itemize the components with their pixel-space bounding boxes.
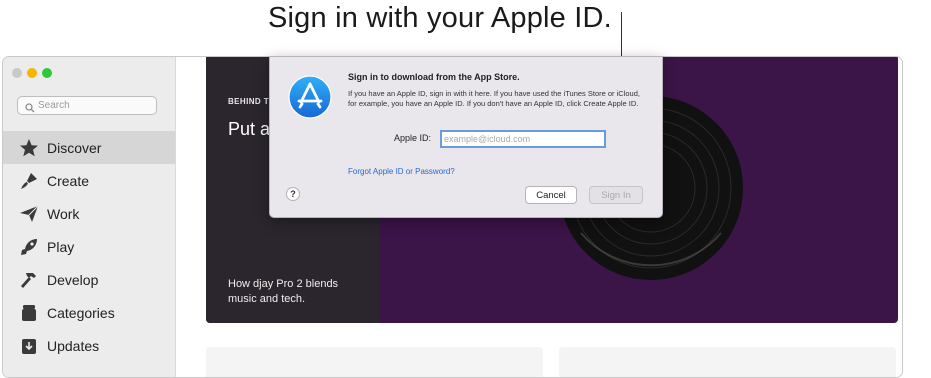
hammer-icon: [18, 269, 40, 291]
forgot-apple-id-link[interactable]: Forgot Apple ID or Password?: [348, 167, 455, 176]
help-button[interactable]: ?: [286, 187, 300, 201]
story-card[interactable]: [206, 347, 543, 377]
callout-text: Sign in with your Apple ID.: [268, 2, 612, 34]
sidebar-item-categories[interactable]: Categories: [3, 296, 175, 329]
sidebar-item-label: Discover: [47, 139, 102, 156]
paper-plane-icon: [18, 203, 40, 225]
dialog-heading: Sign in to download from the App Store.: [348, 72, 520, 82]
story-eyebrow: BEHIND T: [228, 97, 269, 106]
cancel-button[interactable]: Cancel: [525, 186, 577, 204]
dialog-body-text: If you have an Apple ID, sign in with it…: [348, 89, 640, 108]
sidebar-item-label: Play: [47, 238, 75, 255]
rocket-icon: [18, 236, 40, 258]
sidebar-item-work[interactable]: Work: [3, 197, 175, 230]
story-title: Put a: [228, 119, 271, 139]
sidebar-item-label: Develop: [47, 271, 99, 288]
paintbrush-icon: [18, 170, 40, 192]
apple-id-label: Apple ID:: [394, 133, 432, 143]
zoom-window-button[interactable]: [42, 68, 52, 78]
sidebar-item-label: Categories: [47, 304, 115, 321]
minimize-window-button[interactable]: [27, 68, 37, 78]
sidebar-item-label: Create: [47, 172, 90, 189]
star-icon: [18, 137, 40, 159]
sign-in-button[interactable]: Sign In: [589, 186, 643, 204]
sidebar: Search Discover Create Work Play Develop…: [3, 57, 176, 377]
sidebar-item-play[interactable]: Play: [3, 230, 175, 263]
search-icon: [25, 100, 35, 118]
search-field[interactable]: Search: [17, 96, 157, 115]
download-icon: [18, 335, 40, 357]
search-placeholder: Search: [38, 100, 70, 111]
stack-icon: [18, 302, 40, 324]
story-subtitle: How djay Pro 2 blends music and tech.: [228, 278, 339, 305]
sidebar-nav: Discover Create Work Play Develop Catego…: [3, 131, 175, 362]
sidebar-item-discover[interactable]: Discover: [3, 131, 175, 164]
close-window-button[interactable]: [12, 68, 22, 78]
sidebar-item-label: Updates: [47, 337, 100, 354]
sidebar-item-updates[interactable]: Updates: [3, 329, 175, 362]
sidebar-item-develop[interactable]: Develop: [3, 263, 175, 296]
story-card[interactable]: [559, 347, 896, 377]
app-store-icon: [288, 75, 332, 119]
apple-id-field[interactable]: [440, 130, 606, 148]
sign-in-dialog: Sign in to download from the App Store. …: [269, 56, 663, 218]
sidebar-item-create[interactable]: Create: [3, 164, 175, 197]
sidebar-item-label: Work: [47, 205, 80, 222]
